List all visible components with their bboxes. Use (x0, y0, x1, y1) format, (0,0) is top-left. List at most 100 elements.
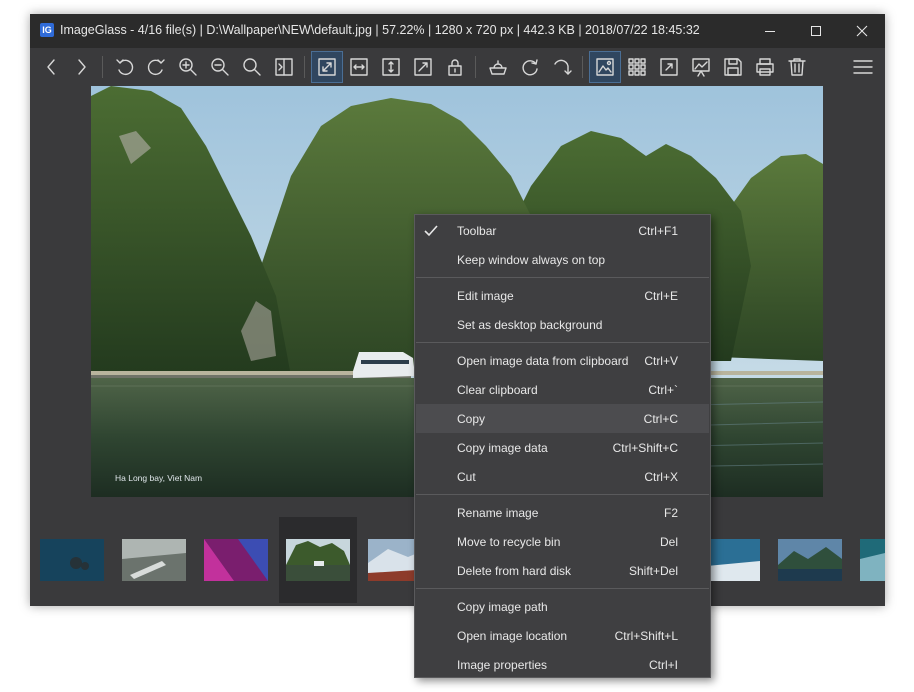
print-button[interactable] (749, 51, 781, 83)
actual-size-button[interactable] (236, 51, 268, 83)
checkmark-icon (424, 225, 438, 237)
menu-item-keep-window-always-on-top[interactable]: Keep window always on top (416, 245, 709, 274)
menu-item-label: Copy image data (457, 441, 548, 455)
goto-icon (554, 59, 572, 75)
rotate-right-icon (147, 59, 165, 76)
arrow-right-button[interactable] (66, 51, 98, 83)
menu-item-label: Toolbar (457, 224, 497, 238)
menu-item-shortcut: Ctrl+E (644, 289, 678, 303)
arrow-left-button[interactable] (35, 51, 67, 83)
thumbnail[interactable] (40, 539, 104, 581)
thumbnail-grid-icon (628, 58, 646, 76)
menu-item-shortcut: Ctrl+C (643, 412, 678, 426)
auto-zoom-button[interactable] (311, 51, 343, 83)
menu-separator (416, 494, 709, 495)
thumbnail[interactable] (204, 539, 268, 581)
scale-width-button[interactable] (343, 51, 375, 83)
delete-button[interactable] (781, 51, 813, 83)
save-icon (724, 58, 742, 76)
menu-item-label: Edit image (457, 289, 514, 303)
menu-item-shortcut: Ctrl+Shift+C (612, 441, 678, 455)
rotate-left-button[interactable] (109, 51, 141, 83)
menu-separator (416, 588, 709, 589)
minimize-icon (765, 31, 775, 32)
menu-item-shortcut: Ctrl+` (648, 383, 678, 397)
menu-item-shortcut: Ctrl+F1 (638, 224, 678, 238)
refresh-button[interactable] (514, 51, 546, 83)
goto-button[interactable] (546, 51, 578, 83)
menu-separator (416, 342, 709, 343)
menu-item-shortcut: Del (659, 535, 678, 549)
menu-item-set-as-desktop-background[interactable]: Set as desktop background (416, 310, 709, 339)
minimize-button[interactable] (747, 14, 793, 48)
menu-item-rename-image[interactable]: Rename image F2 (416, 498, 709, 527)
image-caption: Ha Long bay, Viet Nam (115, 473, 203, 483)
slideshow-icon (692, 58, 710, 77)
menu-item-label: Rename image (457, 506, 539, 520)
menu-item-edit-image[interactable]: Edit image Ctrl+E (416, 281, 709, 310)
menu-item-toolbar[interactable]: Toolbar Ctrl+F1 (416, 216, 709, 245)
checkerboard-icon (489, 60, 507, 75)
gallery-button[interactable] (589, 51, 621, 83)
auto-zoom-icon (318, 58, 336, 76)
menu-item-label: Keep window always on top (457, 253, 606, 267)
menu-button[interactable] (847, 51, 879, 83)
thumbnail[interactable] (860, 539, 885, 581)
menu-icon (853, 60, 873, 74)
zoom-in-button[interactable] (172, 51, 204, 83)
rotate-right-button[interactable] (140, 51, 172, 83)
thumbnail[interactable] (122, 539, 186, 581)
toolbar (30, 48, 885, 86)
save-button[interactable] (717, 51, 749, 83)
menu-item-label: Image properties (457, 658, 548, 672)
window-title: ImageGlass - 4/16 file(s) | D:\Wallpaper… (60, 23, 700, 37)
zoom-in-icon (179, 58, 197, 76)
toolbar-separator (304, 56, 305, 78)
lock-zoom-icon (448, 59, 462, 76)
menu-item-move-to-recycle-bin[interactable]: Move to recycle bin Del (416, 527, 709, 556)
menu-item-delete-from-hard-disk[interactable]: Delete from hard disk Shift+Del (416, 556, 709, 585)
scale-width-icon (350, 58, 368, 76)
scale-to-fit-button[interactable] (268, 51, 300, 83)
thumbnail[interactable] (778, 539, 842, 581)
thumbnail[interactable] (286, 539, 350, 581)
menu-item-label: Set as desktop background (457, 318, 603, 332)
maximize-button[interactable] (793, 14, 839, 48)
menu-item-copy-image-path[interactable]: Copy image path (416, 592, 709, 621)
scale-to-fill-button[interactable] (407, 51, 439, 83)
print-icon (756, 58, 774, 76)
title-bar[interactable]: IG ImageGlass - 4/16 file(s) | D:\Wallpa… (30, 14, 885, 48)
menu-item-shortcut: Ctrl+V (644, 354, 678, 368)
menu-item-label: Delete from hard disk (457, 564, 572, 578)
scale-to-fill-icon (414, 58, 432, 76)
close-button[interactable] (839, 14, 885, 48)
menu-item-cut[interactable]: Cut Ctrl+X (416, 462, 709, 491)
lock-zoom-button[interactable] (439, 51, 471, 83)
menu-item-shortcut: F2 (663, 506, 678, 520)
menu-item-shortcut: Ctrl+X (644, 470, 678, 484)
actual-size-icon (243, 58, 261, 76)
zoom-out-icon (211, 58, 229, 76)
fullscreen-button[interactable] (653, 51, 685, 83)
gallery-icon (596, 58, 614, 76)
menu-item-image-properties[interactable]: Image properties Ctrl+I (416, 650, 709, 679)
menu-item-copy-image-data[interactable]: Copy image data Ctrl+Shift+C (416, 433, 709, 462)
menu-item-copy[interactable]: Copy Ctrl+C (416, 404, 709, 433)
scale-height-icon (382, 58, 400, 76)
zoom-out-button[interactable] (204, 51, 236, 83)
menu-item-clear-clipboard[interactable]: Clear clipboard Ctrl+` (416, 375, 709, 404)
scale-to-fit-icon (275, 58, 293, 76)
thumbnail-grid-button[interactable] (621, 51, 653, 83)
menu-item-label: Open image location (457, 629, 568, 643)
menu-item-open-image-location[interactable]: Open image location Ctrl+Shift+L (416, 621, 709, 650)
menu-item-open-image-data-from-clipboard[interactable]: Open image data from clipboard Ctrl+V (416, 346, 709, 375)
slideshow-button[interactable] (685, 51, 717, 83)
arrow-left-icon (47, 59, 55, 75)
menu-item-label: Cut (457, 470, 476, 484)
scale-height-button[interactable] (375, 51, 407, 83)
menu-item-label: Clear clipboard (457, 383, 538, 397)
rotate-left-icon (116, 59, 134, 76)
checkerboard-button[interactable] (482, 51, 514, 83)
menu-item-label: Copy (457, 412, 486, 426)
maximize-icon (811, 26, 821, 36)
